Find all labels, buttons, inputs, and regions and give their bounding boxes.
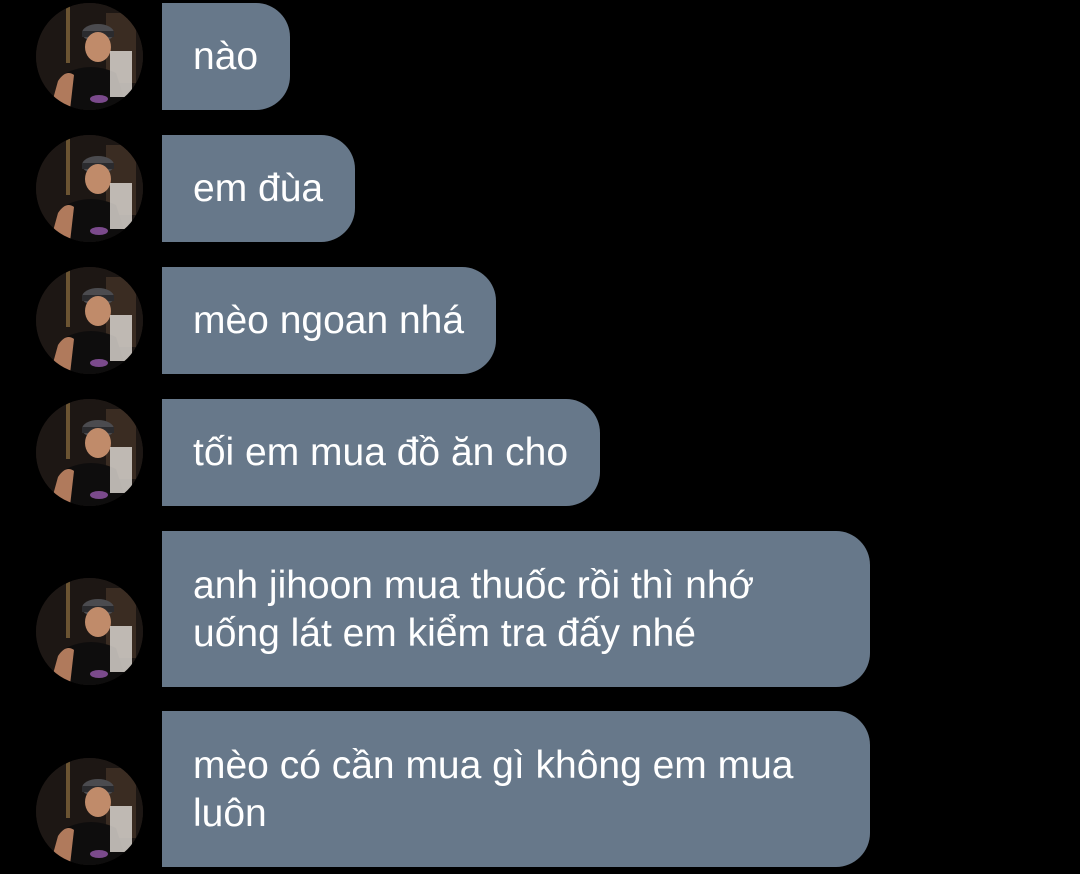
avatar[interactable] (36, 135, 143, 242)
message-bubble[interactable]: nào (162, 3, 291, 110)
avatar-photo-icon (36, 3, 143, 110)
avatar-photo-icon (36, 758, 143, 865)
avatar[interactable] (36, 267, 143, 374)
avatar-photo-icon (36, 135, 143, 242)
avatar-photo-icon (36, 267, 143, 374)
avatar[interactable] (36, 578, 143, 685)
message-bubble[interactable]: anh jihoon mua thuốc rồi thì nhớ uống lá… (162, 531, 870, 687)
message-bubble[interactable]: tối em mua đồ ăn cho (162, 399, 601, 506)
avatar[interactable] (36, 758, 143, 865)
avatar[interactable] (36, 399, 143, 506)
message-bubble[interactable]: mèo ngoan nhá (162, 267, 497, 374)
avatar[interactable] (36, 3, 143, 110)
chat-thread: nào em đùa mèo ngoan nhá tối em mua đồ ă… (0, 0, 1080, 874)
message-bubble[interactable]: em đùa (162, 135, 356, 242)
message-bubble[interactable]: mèo có cần mua gì không em mua luôn (162, 711, 870, 867)
avatar-photo-icon (36, 578, 143, 685)
avatar-photo-icon (36, 399, 143, 506)
